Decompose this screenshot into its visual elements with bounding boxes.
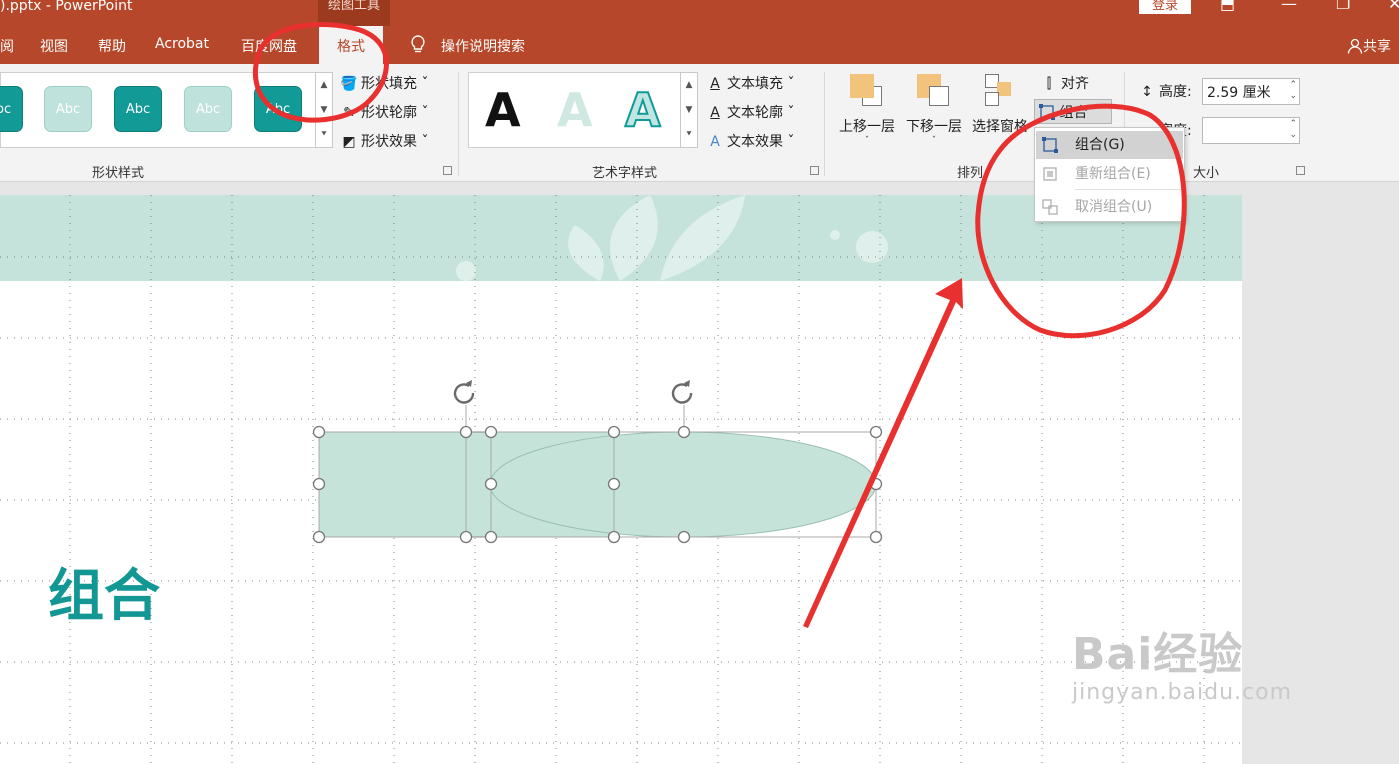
shape-gallery-scroll: ▲ ▼ ⯆	[315, 72, 333, 148]
tell-me-search[interactable]: 操作说明搜索	[441, 36, 525, 56]
height-label: ↕ 高度:	[1138, 81, 1192, 101]
shape-style-swatch[interactable]: Abc	[114, 86, 162, 132]
restore-icon[interactable]: ❐	[1336, 0, 1350, 13]
size-group-label: 大小	[1193, 166, 1220, 181]
bring-forward-icon	[850, 74, 884, 108]
shape-style-swatch[interactable]: Abc	[184, 86, 232, 132]
pencil-icon: ✎	[343, 105, 355, 121]
height-icon: ↕	[1141, 84, 1153, 100]
tab-format[interactable]: 格式	[319, 26, 383, 65]
login-button[interactable]: 登录	[1139, 0, 1191, 14]
align-icon: ⫿	[1046, 76, 1052, 92]
group-button[interactable]: 组合 ˇ	[1034, 99, 1112, 124]
group-separator	[458, 72, 459, 176]
wordart-style-light[interactable]: A	[557, 83, 593, 137]
tab-baidu-netdisk[interactable]: 百度网盘	[241, 36, 297, 56]
title-bar: ).pptx - PowerPoint 绘图工具 登录 ⬒ — ❐ ✕	[0, 0, 1399, 26]
user-icon	[1347, 38, 1363, 54]
spin-icon[interactable]: ⌃ ⌄	[1289, 119, 1297, 141]
wordart-gallery: A A A	[468, 72, 681, 148]
ellipse-shape	[489, 431, 877, 538]
menu-divider	[1075, 189, 1183, 190]
scroll-up-icon[interactable]: ▲	[681, 73, 697, 98]
menu-item-regroup[interactable]: 重新组合(E)	[1036, 160, 1183, 188]
group-separator	[824, 72, 825, 176]
baidu-jingyan-watermark: Bai经验 jingyan.baidu.com	[1072, 618, 1292, 705]
shape-styles-group-label: 形状样式	[92, 166, 145, 181]
tab-help[interactable]: 帮助	[98, 36, 126, 56]
tab-view[interactable]: 视图	[40, 36, 68, 56]
align-button[interactable]: ⫿ 对齐	[1040, 73, 1089, 93]
watermark-url: jingyan.baidu.com	[1072, 680, 1293, 705]
dialog-launcher-icon[interactable]	[443, 166, 452, 175]
gallery-more-icon[interactable]: ⯆	[316, 123, 332, 148]
share-button[interactable]: 共享	[1347, 36, 1391, 56]
group-icon	[1042, 137, 1058, 153]
dialog-launcher-icon[interactable]	[1296, 166, 1305, 175]
shape-outline-button[interactable]: ✎ 形状轮廓 ˇ	[340, 102, 428, 122]
drawing-tools-context-label: 绘图工具	[318, 0, 390, 26]
regroup-icon	[1043, 167, 1057, 181]
ungroup-icon	[1042, 199, 1058, 215]
watermark-logo-text: Bai经验	[1072, 629, 1244, 680]
shape-effects-icon: ◩	[342, 134, 356, 150]
wordart-group-label: 艺术字样式	[592, 166, 658, 181]
slide-title[interactable]: 组合	[48, 551, 160, 632]
arrange-group-label: 排列	[957, 166, 984, 181]
paint-bucket-icon: 🪣	[340, 76, 358, 92]
send-backward-button[interactable]: 下移一层 ˇ	[903, 74, 965, 146]
bring-forward-button[interactable]: 上移一层 ˇ	[836, 74, 898, 146]
width-field[interactable]: ⌃ ⌄	[1202, 117, 1300, 144]
wordart-gallery-scroll: ▲ ▼ ⯆	[680, 72, 698, 148]
slide-canvas[interactable]: 组合	[0, 195, 1242, 764]
ribbon-tab-bar: 阅 视图 帮助 Acrobat 百度网盘 格式 操作说明搜索 共享	[0, 26, 1399, 65]
share-label: 共享	[1363, 39, 1391, 55]
shape-style-gallery: Abc Abc Abc Abc Abc	[0, 72, 316, 148]
close-icon[interactable]: ✕	[1388, 0, 1399, 13]
selection-pane-button[interactable]: 选择窗格	[969, 74, 1031, 136]
menu-item-ungroup[interactable]: 取消组合(U)	[1036, 193, 1183, 221]
shape-effects-button[interactable]: ◩ 形状效果 ˇ	[340, 131, 428, 151]
shape-fill-button[interactable]: 🪣 形状填充 ˇ	[340, 73, 428, 93]
text-fill-button[interactable]: A 文本填充 ˇ	[706, 73, 794, 93]
shape-style-swatch[interactable]: Abc	[0, 86, 23, 132]
dialog-launcher-icon[interactable]	[810, 166, 819, 175]
rotate-handle-icon	[453, 383, 693, 404]
text-fill-icon: A	[710, 76, 720, 92]
ribbon: Abc Abc Abc Abc Abc ▲ ▼ ⯆ 🪣形状填充 ˇ ✎形状轮廓 …	[0, 64, 1399, 182]
text-effects-icon: A	[710, 134, 720, 150]
tab-review[interactable]: 阅	[0, 36, 14, 56]
spin-icon[interactable]: ⌃ ⌄	[1289, 80, 1297, 102]
window-title: ).pptx - PowerPoint	[0, 0, 133, 14]
send-backward-icon	[917, 74, 951, 108]
text-outline-icon: A	[710, 105, 720, 121]
minimize-icon[interactable]: —	[1281, 0, 1297, 13]
selection-pane-icon	[983, 74, 1017, 108]
menu-item-group[interactable]: 组合(G)	[1036, 131, 1183, 159]
gallery-more-icon[interactable]: ⯆	[681, 123, 697, 148]
ribbon-display-icon[interactable]: ⬒	[1220, 0, 1235, 13]
scroll-down-icon[interactable]: ▼	[316, 98, 332, 123]
scroll-up-icon[interactable]: ▲	[316, 73, 332, 98]
scroll-down-icon[interactable]: ▼	[681, 98, 697, 123]
text-effects-button[interactable]: A 文本效果 ˇ	[706, 131, 794, 151]
lightbulb-icon	[409, 34, 427, 58]
text-outline-button[interactable]: A 文本轮廓 ˇ	[706, 102, 794, 122]
shape-style-swatch[interactable]: Abc	[254, 86, 302, 132]
wordart-style-outline[interactable]: A	[624, 82, 662, 138]
group-icon	[1039, 104, 1055, 120]
shape-style-swatch[interactable]: Abc	[44, 86, 92, 132]
group-dropdown-menu: 组合(G) 重新组合(E) 取消组合(U)	[1034, 127, 1185, 222]
height-field[interactable]: 2.59 厘米 ⌃ ⌄	[1202, 78, 1300, 105]
tab-acrobat[interactable]: Acrobat	[155, 36, 209, 52]
selected-shapes[interactable]	[0, 195, 1242, 764]
wordart-style-black[interactable]: A	[485, 83, 521, 137]
